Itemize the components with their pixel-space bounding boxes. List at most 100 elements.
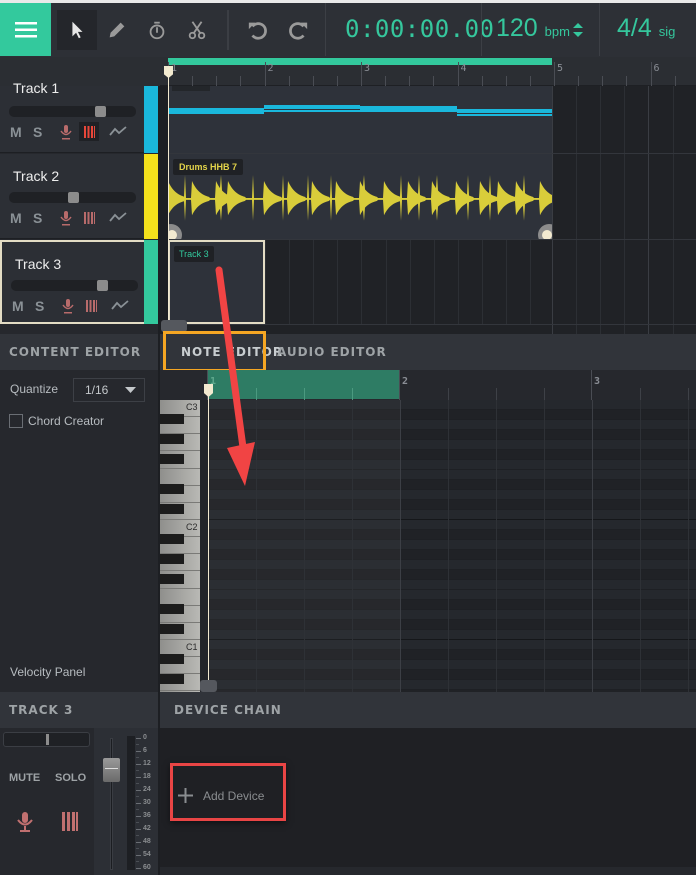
loop-region[interactable]	[168, 58, 552, 65]
waveform-shape	[168, 175, 552, 221]
menu-button[interactable]	[0, 3, 51, 56]
midi-note	[264, 105, 360, 109]
instrument-button[interactable]	[81, 296, 101, 315]
automation-icon	[109, 212, 127, 222]
bpm-value: 120	[496, 14, 538, 42]
db-tick	[136, 868, 141, 869]
black-key[interactable]	[160, 554, 184, 564]
up-down-arrows-icon	[573, 23, 583, 37]
tab-audio-editor[interactable]: AUDIO EDITOR	[277, 345, 387, 359]
select-tool-button[interactable]	[57, 10, 97, 50]
black-key[interactable]	[160, 504, 184, 514]
audio-clip-track-2[interactable]: Drums HHB 7	[168, 154, 552, 239]
black-key[interactable]	[160, 484, 184, 494]
automation-button[interactable]	[110, 298, 130, 312]
lane-grid-line	[481, 240, 483, 324]
track-volume-knob[interactable]	[97, 280, 109, 291]
time-signature-display[interactable]: 4/4 sig	[617, 14, 675, 43]
bpm-stepper[interactable]	[572, 22, 584, 43]
black-key[interactable]	[160, 624, 184, 634]
chord-creator-checkbox[interactable]	[9, 414, 23, 428]
volume-fader-knob[interactable]	[103, 758, 120, 782]
cut-tool-button[interactable]	[177, 10, 217, 50]
record-arm-button[interactable]	[59, 210, 73, 226]
beat-line	[304, 400, 305, 692]
black-key[interactable]	[160, 654, 184, 664]
instrument-button[interactable]	[79, 122, 99, 141]
ruler-beat-tick	[409, 76, 411, 86]
track-name[interactable]: Track 1	[13, 80, 59, 96]
mute-button[interactable]: MUTE	[9, 772, 40, 784]
track-volume-knob[interactable]	[95, 106, 107, 117]
microphone-icon	[60, 124, 72, 139]
content-editor-panel: Quantize 1/16 Chord Creator Velocity Pan…	[0, 370, 158, 692]
piano-keys-icon[interactable]	[62, 812, 78, 831]
solo-button[interactable]: S	[33, 124, 42, 140]
octave-label: C3	[186, 402, 198, 412]
sig-value: 4/4	[617, 14, 652, 42]
metronome-tool-button[interactable]	[137, 10, 177, 50]
automation-button[interactable]	[108, 210, 128, 224]
solo-button[interactable]: SOLO	[55, 772, 86, 784]
velocity-panel-label[interactable]: Velocity Panel	[10, 665, 85, 679]
fade-in-handle[interactable]	[168, 224, 182, 239]
black-key[interactable]	[160, 434, 184, 444]
mute-button[interactable]: M	[12, 298, 24, 314]
automation-button[interactable]	[108, 124, 128, 138]
black-key[interactable]	[160, 574, 184, 584]
db-label: 12	[143, 760, 151, 767]
record-arm-button[interactable]	[59, 124, 73, 140]
pan-knob[interactable]	[45, 734, 49, 745]
ruler-bar-line	[650, 62, 652, 86]
ruler-beat-tick	[481, 76, 483, 86]
ruler-beat-tick	[529, 76, 531, 86]
undo-button[interactable]	[238, 10, 278, 50]
db-minor-tick	[136, 757, 139, 758]
solo-button[interactable]: S	[35, 298, 44, 314]
pr-bar-line	[399, 370, 400, 400]
note-grid[interactable]	[208, 400, 696, 692]
db-scale: 0 6 12 18 24 30 36 42 48 54 60	[136, 734, 158, 874]
track-volume-slider[interactable]	[9, 192, 136, 203]
track-volume-knob[interactable]	[67, 192, 79, 203]
ruler-beat-tick	[626, 76, 628, 86]
track-header[interactable]: Track 1 MS	[0, 80, 158, 153]
midi-clip-track-1[interactable]	[168, 86, 552, 153]
pan-slider[interactable]	[3, 732, 90, 747]
db-label: 0	[143, 734, 147, 741]
mute-button[interactable]: M	[10, 124, 22, 140]
stopwatch-icon	[149, 21, 165, 40]
microphone-icon[interactable]	[16, 812, 34, 832]
bpm-display[interactable]: 120 bpm	[496, 14, 570, 43]
bpm-unit: bpm	[544, 24, 570, 39]
db-tick	[136, 816, 141, 817]
pencil-icon	[109, 22, 125, 38]
quantize-select[interactable]: 1/16	[73, 378, 145, 402]
track-color-strip	[144, 86, 158, 153]
track-header[interactable]: Track 2 MS	[0, 154, 158, 239]
track-volume-slider[interactable]	[9, 106, 136, 117]
device-chain-title: DEVICE CHAIN	[174, 703, 282, 717]
track-header[interactable]: Track 3 MS	[0, 240, 158, 324]
editor-scroll-handle[interactable]	[200, 680, 217, 692]
pr-beat-tick	[496, 388, 497, 400]
instrument-button[interactable]	[79, 208, 99, 227]
track-name[interactable]: Track 3	[15, 256, 61, 272]
black-key[interactable]	[160, 414, 184, 424]
track-volume-slider[interactable]	[11, 280, 138, 291]
undo-icon	[248, 22, 267, 40]
black-key[interactable]	[160, 454, 184, 464]
redo-button[interactable]	[278, 10, 318, 50]
solo-button[interactable]: S	[33, 210, 42, 226]
track-name[interactable]: Track 2	[13, 168, 59, 184]
black-key[interactable]	[160, 534, 184, 544]
record-arm-button[interactable]	[61, 298, 75, 314]
fade-out-handle[interactable]	[538, 224, 552, 239]
black-key[interactable]	[160, 604, 184, 614]
bottom-scrollbar[interactable]	[160, 867, 696, 875]
ruler-bar-number: 3	[364, 63, 371, 74]
black-key[interactable]	[160, 674, 184, 684]
piano-keyboard[interactable]: C3 C2 C1	[160, 400, 200, 692]
pencil-tool-button[interactable]	[97, 10, 137, 50]
mute-button[interactable]: M	[10, 210, 22, 226]
